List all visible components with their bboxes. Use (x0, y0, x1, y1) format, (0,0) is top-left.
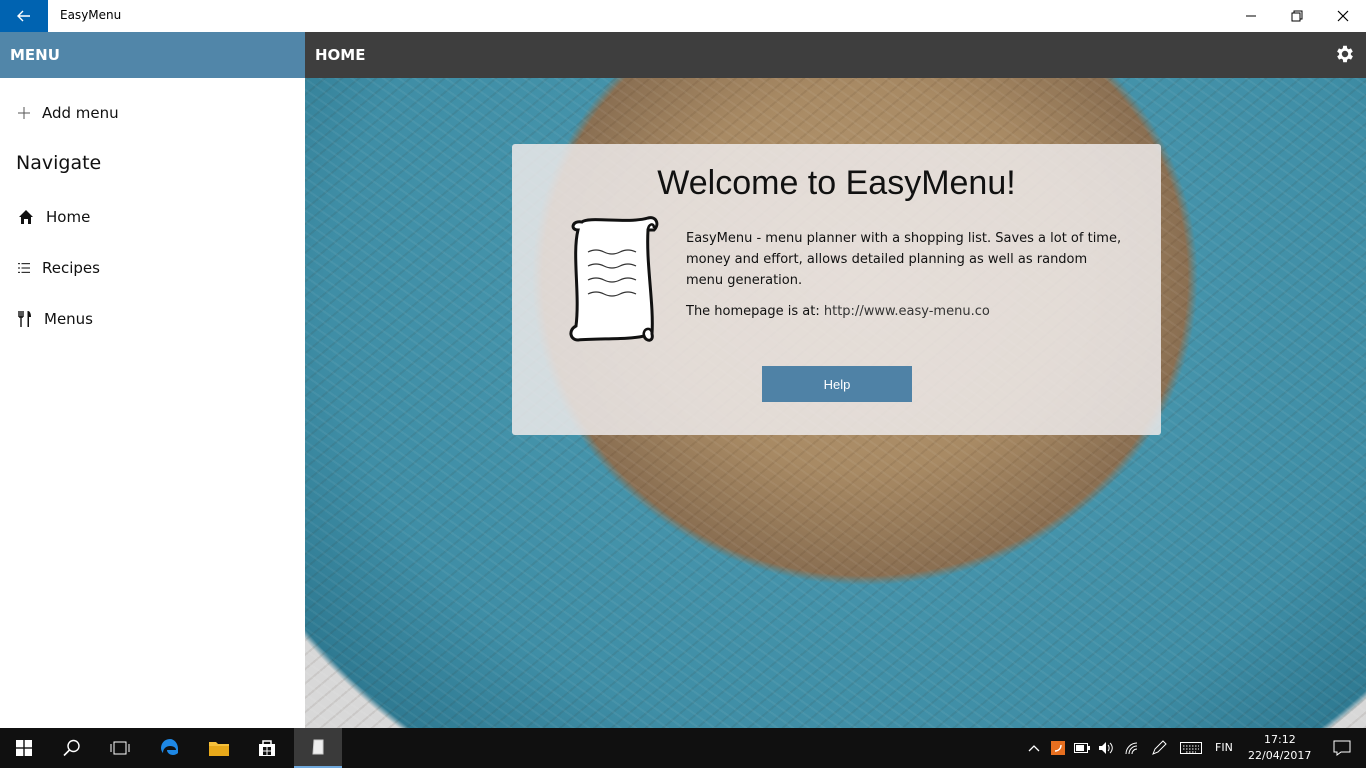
app-description: EasyMenu - menu planner with a shopping … (686, 231, 1122, 288)
homepage-link[interactable]: http://www.easy-menu.co (824, 304, 990, 319)
welcome-title: Welcome to EasyMenu! (657, 164, 1016, 202)
wifi-icon (1125, 742, 1138, 755)
volume-button[interactable] (1094, 728, 1118, 768)
plus-icon (18, 107, 30, 119)
clock-date[interactable]: 22/04/2017 (1248, 749, 1311, 762)
easymenu-taskbar-button[interactable] (294, 728, 342, 768)
minimize-button[interactable] (1228, 0, 1274, 32)
close-icon (1337, 10, 1349, 22)
tray-app-icon[interactable] (1046, 728, 1070, 768)
navigate-heading: Navigate (16, 152, 102, 174)
close-button[interactable] (1320, 0, 1366, 32)
cutlery-icon (18, 311, 31, 327)
back-button[interactable] (0, 0, 48, 32)
sidebar-item-recipes[interactable]: Recipes (18, 259, 100, 277)
speaker-icon (1099, 742, 1113, 754)
file-explorer-button[interactable] (195, 728, 243, 768)
add-menu-label: Add menu (42, 104, 119, 122)
search-icon (63, 739, 80, 757)
java-update-icon (1051, 741, 1065, 755)
pen-icon (1152, 740, 1167, 755)
pen-workspace-button[interactable] (1146, 728, 1172, 768)
settings-button[interactable] (1334, 43, 1356, 69)
chevron-up-icon (1028, 745, 1040, 752)
show-hidden-icons-button[interactable] (1022, 728, 1046, 768)
minimize-icon (1246, 15, 1256, 17)
action-center-button[interactable] (1318, 728, 1366, 768)
restore-button[interactable] (1274, 0, 1320, 32)
page-title: HOME (315, 46, 366, 64)
title-bar: EasyMenu (0, 0, 1366, 32)
sidebar-item-menus[interactable]: Menus (18, 310, 93, 328)
sidebar-header: MENU (0, 32, 305, 78)
welcome-card: Welcome to EasyMenu! EasyMenu - menu pla… (512, 144, 1161, 435)
list-icon (18, 263, 30, 273)
home-icon (19, 210, 33, 224)
network-button[interactable] (1120, 728, 1144, 768)
store-button[interactable] (243, 728, 291, 768)
folder-icon (209, 742, 229, 756)
sidebar: MENU Add menu Navigate Home Recipes Menu… (0, 32, 305, 728)
sidebar-item-label: Menus (44, 310, 93, 328)
start-button[interactable] (0, 728, 48, 768)
clock-time[interactable]: 17:12 (1264, 733, 1296, 746)
homepage-label: The homepage is at: (686, 304, 820, 319)
input-language[interactable]: FIN (1215, 741, 1233, 754)
taskbar: FIN 17:12 22/04/2017 (0, 728, 1366, 768)
notification-icon (1333, 740, 1351, 756)
sidebar-item-label: Recipes (42, 259, 100, 277)
battery-button[interactable] (1070, 728, 1094, 768)
gear-icon (1337, 45, 1353, 63)
main-content: HOME Welcome to EasyMenu! EasyMenu - men… (305, 32, 1366, 728)
help-button[interactable]: Help (762, 366, 912, 402)
app-title: EasyMenu (60, 8, 122, 22)
task-view-icon (110, 741, 130, 755)
homepage-line: The homepage is at: http://www.easy-menu… (686, 304, 990, 319)
store-icon (259, 740, 275, 756)
task-view-button[interactable] (96, 728, 144, 768)
touch-keyboard-button[interactable] (1176, 728, 1206, 768)
back-arrow-icon (17, 10, 30, 22)
windows-logo-icon (16, 740, 32, 756)
edge-browser-button[interactable] (146, 728, 194, 768)
search-button[interactable] (48, 728, 96, 768)
page-header: HOME (305, 32, 1366, 78)
scroll-app-icon (312, 739, 324, 755)
scroll-icon (569, 216, 659, 342)
add-menu-button[interactable]: Add menu (18, 104, 119, 122)
keyboard-icon (1180, 742, 1202, 754)
restore-icon (1291, 10, 1303, 22)
battery-icon (1074, 743, 1090, 753)
sidebar-item-home[interactable]: Home (18, 208, 90, 226)
edge-icon (161, 739, 178, 755)
sidebar-item-label: Home (46, 208, 91, 226)
